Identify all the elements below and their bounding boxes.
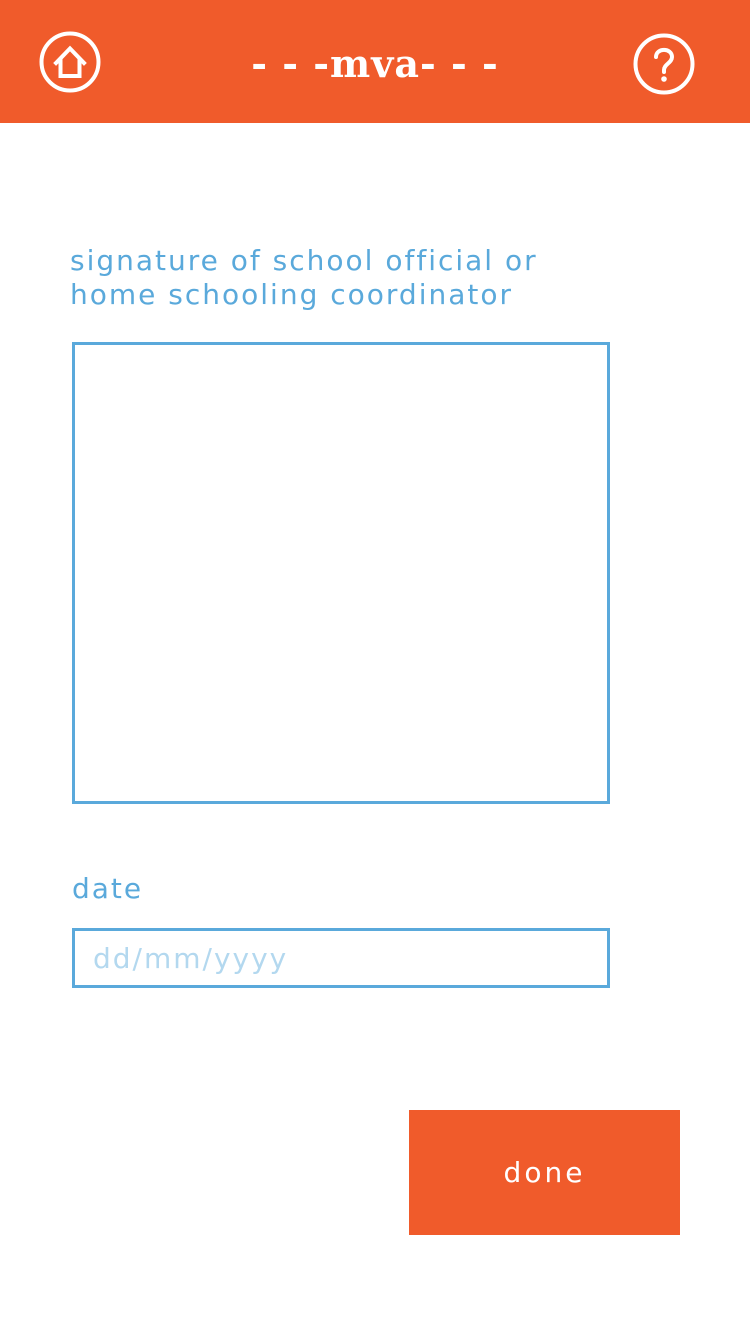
signature-pad[interactable] [72, 342, 610, 804]
help-button[interactable] [633, 33, 695, 95]
signature-label: signature of school official or home sch… [70, 244, 538, 311]
date-label: date [72, 872, 144, 905]
help-icon [633, 33, 695, 95]
app-header: - - -mva- - - [0, 0, 750, 123]
date-input[interactable] [72, 928, 610, 988]
done-button[interactable]: done [409, 1110, 680, 1235]
